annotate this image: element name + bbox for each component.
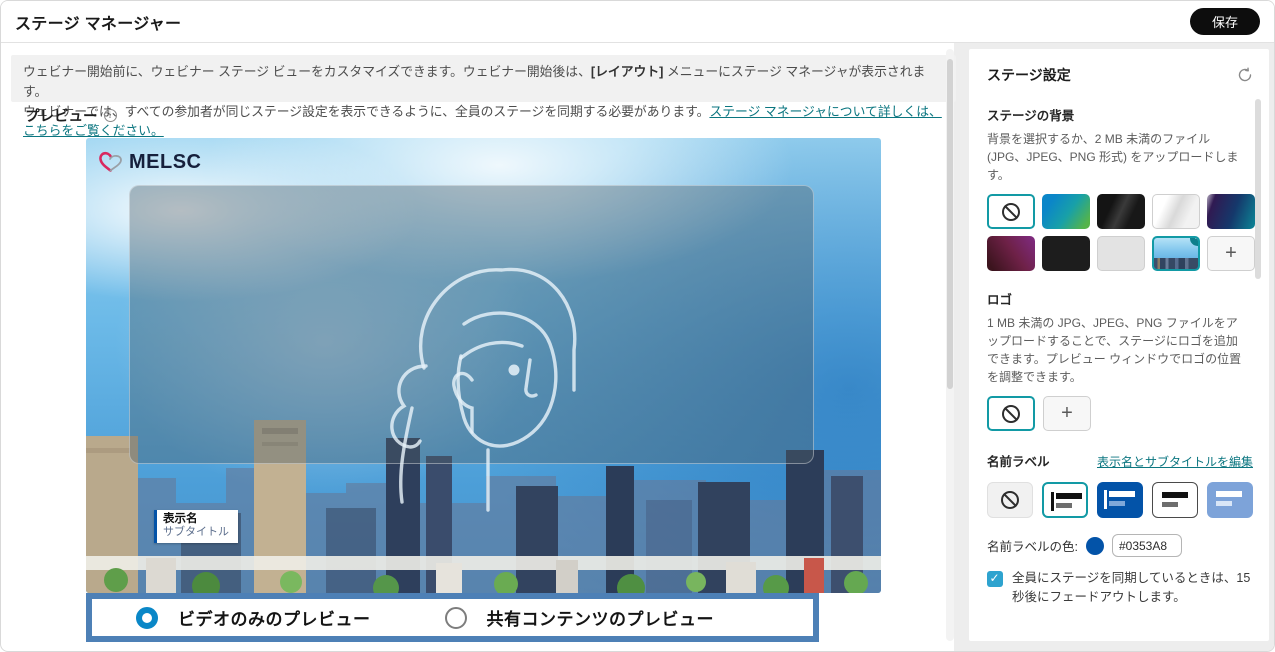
sync-fadeout-label: 全員にステージを同期しているときは、15 秒後にフェードアウトします。 [1012, 569, 1253, 607]
name-label-style-light-no-bar[interactable] [1152, 482, 1198, 518]
shared-content-preview-option[interactable]: 共有コンテンツのプレビュー [445, 605, 715, 630]
page-title: ステージ マネージャー [15, 10, 181, 34]
shared-content-preview-label: 共有コンテンツのプレビュー [487, 605, 715, 630]
preview-heading: プレビュー [25, 105, 98, 126]
sync-fadeout-row: 全員にステージを同期しているときは、15 秒後にフェードアウトします。 [987, 569, 1253, 607]
name-label-style-light-left-bar-selected[interactable] [1042, 482, 1088, 518]
background-swatch-grid: × + [987, 194, 1253, 271]
background-swatch-dark-wave[interactable] [1097, 194, 1145, 229]
background-add-button[interactable]: + [1207, 236, 1255, 271]
logo-section-description: 1 MB 未満の JPG、JPEG、PNG ファイルをアップロードすることで、ス… [987, 314, 1249, 386]
background-swatch-blue-green-gradient[interactable] [1042, 194, 1090, 229]
no-name-label-icon [1001, 491, 1019, 509]
preview-heading-row: プレビュー i [25, 105, 117, 126]
edit-display-name-link[interactable]: 表示名とサブタイトルを編集 [1097, 453, 1253, 470]
no-background-icon [1002, 203, 1020, 221]
name-label-style-translucent-blue[interactable] [1207, 482, 1253, 518]
preview-display-name: 表示名 [163, 512, 229, 526]
header-bar: ステージ マネージャー 保存 [1, 1, 1274, 43]
preview-subtitle: サブタイトル [163, 526, 229, 539]
reset-icon[interactable] [1237, 67, 1253, 83]
background-section-heading: ステージの背景 [987, 105, 1253, 124]
preview-name-label[interactable]: 表示名 サブタイトル [154, 510, 238, 543]
stage-settings-title: ステージ設定 [987, 65, 1071, 85]
video-only-preview-label: ビデオのみのプレビュー [178, 605, 371, 630]
background-section-description: 背景を選択するか、2 MB 未満のファイル (JPG、JPEG、PNG 形式) … [987, 130, 1249, 184]
banner-line2-text: ウェビナーでは、すべての参加者が同じステージ設定を表示できるように、全員のステー… [23, 104, 709, 119]
sync-fadeout-checkbox[interactable] [987, 571, 1003, 587]
logo-options: + [987, 396, 1253, 431]
name-label-section-heading: 名前ラベル [987, 451, 1050, 470]
background-swatch-none[interactable] [987, 194, 1035, 229]
stage-logo[interactable]: MELSC [98, 150, 202, 174]
sidebar-scrollbar[interactable] [1255, 99, 1261, 641]
save-button[interactable]: 保存 [1190, 8, 1260, 35]
logo-add-button[interactable]: + [1043, 396, 1091, 431]
name-label-style-row [987, 482, 1253, 518]
info-icon[interactable]: i [104, 109, 117, 122]
info-banner: ウェビナー開始前に、ウェビナー ステージ ビューをカスタマイズできます。ウェビナ… [11, 55, 956, 102]
video-only-preview-option[interactable]: ビデオのみのプレビュー [136, 605, 371, 630]
stage-settings-panel: ステージ設定 ステージの背景 背景を選択するか、2 MB 未満のファイル (JP… [969, 49, 1269, 641]
background-swatch-light-gray[interactable] [1097, 236, 1145, 271]
logo-option-none[interactable] [987, 396, 1035, 431]
face-placeholder-icon [366, 218, 596, 518]
name-label-color-label: 名前ラベルの色: [987, 536, 1078, 555]
stage-manager-window: ステージ マネージャー 保存 ウェビナー開始前に、ウェビナー ステージ ビューを… [0, 0, 1275, 652]
banner-line1-pre: ウェビナー開始前に、ウェビナー ステージ ビューをカスタマイズできます。ウェビナ… [23, 64, 591, 79]
stage-preview[interactable]: MELSC [86, 138, 881, 593]
main-scrollbar[interactable] [946, 49, 954, 641]
heart-logo-icon [98, 150, 124, 174]
main-scrollbar-thumb[interactable] [947, 59, 953, 389]
no-logo-icon [1002, 405, 1020, 423]
background-swatch-city-photo-selected[interactable]: × [1152, 236, 1200, 271]
name-label-color-input[interactable] [1112, 534, 1182, 557]
background-swatch-maroon-gradient[interactable] [987, 236, 1035, 271]
background-swatch-purple-teal-gradient[interactable] [1207, 194, 1255, 229]
radio-unselected-icon[interactable] [445, 607, 467, 629]
radio-selected-icon[interactable] [136, 607, 158, 629]
sidebar-scrollbar-thumb[interactable] [1255, 99, 1261, 279]
name-label-style-dark-blue[interactable] [1097, 482, 1143, 518]
background-swatch-black[interactable] [1042, 236, 1090, 271]
stage-logo-text: MELSC [129, 151, 202, 174]
background-swatch-light-wave[interactable] [1152, 194, 1200, 229]
preview-mode-bar: ビデオのみのプレビュー 共有コンテンツのプレビュー [86, 593, 819, 642]
banner-layout-menu-bold: [レイアウト] [591, 64, 664, 79]
name-label-color-swatch[interactable] [1086, 537, 1104, 555]
remove-background-icon[interactable]: × [1190, 236, 1200, 246]
logo-section-heading: ロゴ [987, 289, 1253, 308]
name-label-color-row: 名前ラベルの色: [987, 534, 1253, 557]
name-label-style-none[interactable] [987, 482, 1033, 518]
